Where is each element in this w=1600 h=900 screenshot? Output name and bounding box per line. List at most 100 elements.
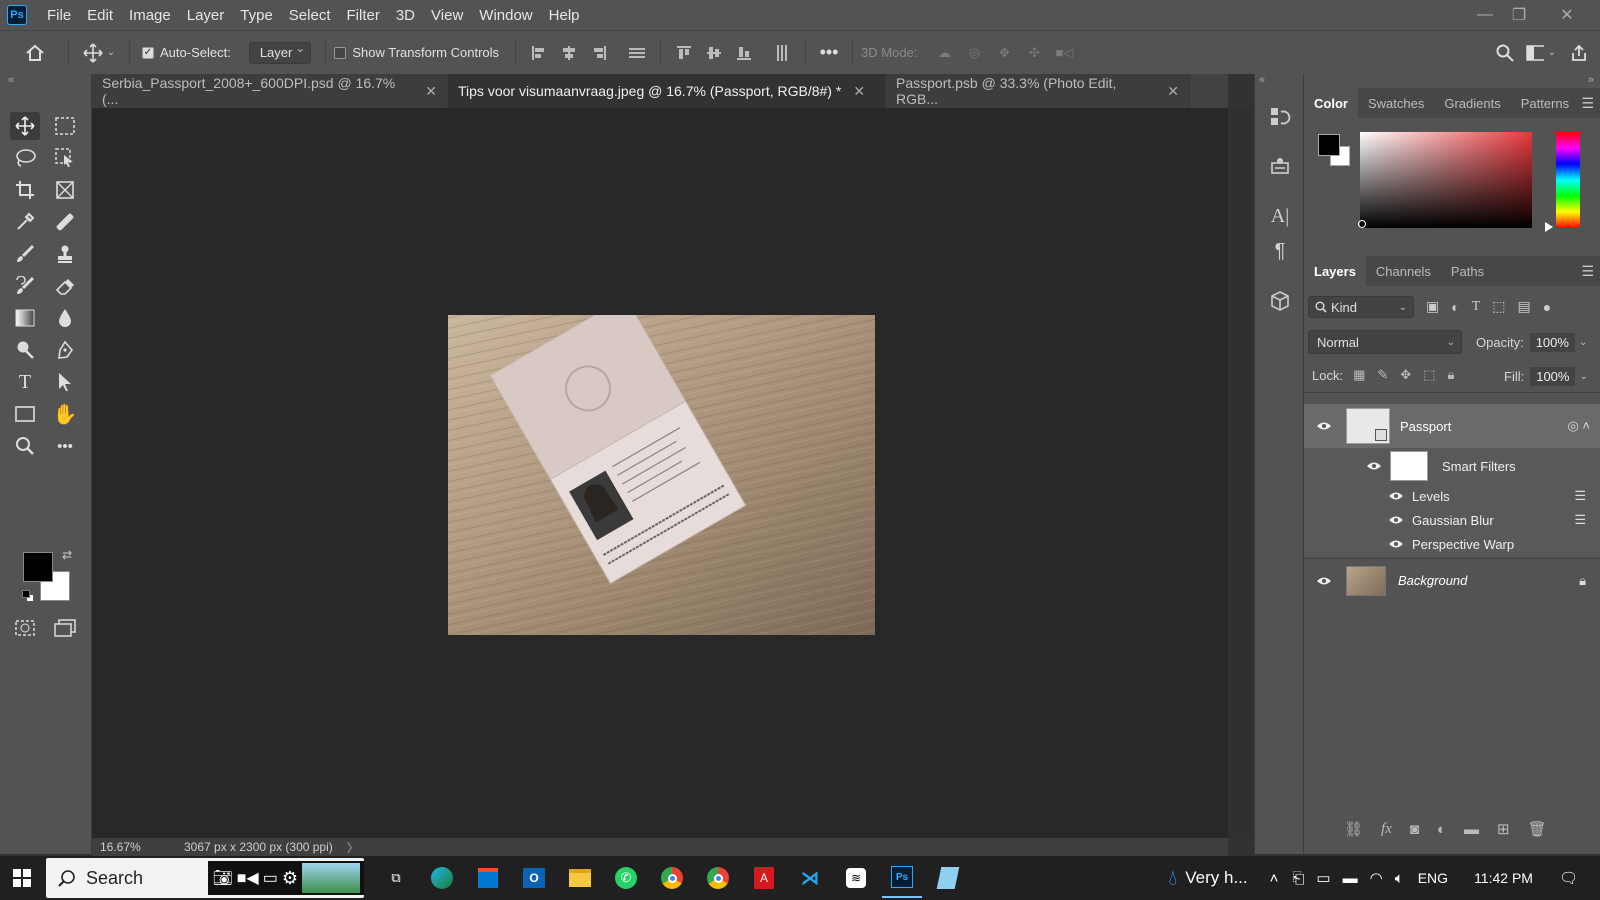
blur-drop-icon[interactable] [50,304,80,332]
document-image[interactable] [448,315,875,635]
chrome-icon[interactable] [652,858,692,898]
canvas-workspace[interactable] [92,108,1228,838]
visibility-eye-icon[interactable] [1388,538,1404,550]
hue-slider[interactable] [1556,132,1580,228]
task-view-icon[interactable]: ⧉ [376,858,416,898]
visibility-eye-icon[interactable] [1316,420,1332,432]
lock-artboard-icon[interactable]: ⬚ [1423,367,1435,383]
vscode-icon[interactable]: ⋊ [790,858,830,898]
menu-3d[interactable]: 3D [388,0,423,30]
tab-layers[interactable]: Layers [1304,256,1366,286]
object-selection-icon[interactable] [50,144,80,172]
tab-gradients[interactable]: Gradients [1434,88,1510,118]
show-hidden-icons-icon[interactable]: ˄ [1270,870,1279,887]
layer-style-icon[interactable]: fx [1381,821,1392,838]
filter-blending-options-icon[interactable]: ☰ [1574,488,1586,504]
tab-paths[interactable]: Paths [1441,256,1494,286]
notepad-icon[interactable] [928,858,968,898]
edit-toolbar-icon[interactable]: ••• [50,432,80,460]
properties-icon[interactable] [1265,152,1295,182]
align-center-icon[interactable] [554,38,584,68]
layer-name[interactable]: Background [1398,573,1467,588]
outlook-icon[interactable]: O [514,858,554,898]
screen-mode-icon[interactable] [50,614,80,642]
close-tab-icon[interactable]: ✕ [425,83,437,100]
menu-view[interactable]: View [423,0,471,30]
tab-color[interactable]: Color [1304,88,1358,118]
3d-pan-icon[interactable]: ✥ [989,38,1019,68]
adjustment-filter-icon[interactable]: ◐ [1451,299,1459,315]
align-top-icon[interactable] [669,38,699,68]
distribute-horizontal-icon[interactable] [622,38,652,68]
align-left-icon[interactable] [524,38,554,68]
dodge-icon[interactable] [10,336,40,364]
weather-drop-icon[interactable]: 💧︎ [1168,865,1177,891]
lock-all-icon[interactable]: 🔒︎ [1447,367,1454,383]
3d-roll-icon[interactable]: ◎ [959,38,989,68]
new-layer-icon[interactable]: ⊞ [1497,820,1510,838]
3d-orbit-icon[interactable]: ☁ [929,38,959,68]
menu-file[interactable]: File [39,0,79,30]
chrome-profile-icon[interactable] [698,858,738,898]
layer-name[interactable]: Passport [1400,419,1451,434]
vertical-scrollbar[interactable] [1229,108,1253,838]
character-icon[interactable]: A| [1265,201,1295,231]
tab-channels[interactable]: Channels [1366,256,1441,286]
opacity-dropdown-icon[interactable]: ⌄ [1579,337,1587,348]
filter-mask-thumbnail[interactable] [1390,451,1428,481]
layer-lock-icon[interactable]: 🔒︎ [1579,573,1586,589]
smart-filter-gaussian-blur[interactable]: Gaussian Blur ☰ [1304,508,1600,532]
add-mask-icon[interactable]: ◙ [1410,821,1419,838]
quick-mask-icon[interactable] [10,614,40,642]
history-icon[interactable] [1265,102,1295,132]
rectangular-marquee-icon[interactable] [50,112,80,140]
lock-position-icon[interactable]: ✥ [1400,367,1411,383]
lock-image-icon[interactable]: ✎ [1377,367,1388,383]
tab-patterns[interactable]: Patterns [1511,88,1579,118]
menu-type[interactable]: Type [232,0,281,30]
distribute-vertical-icon[interactable] [767,38,797,68]
collapse-panels-icon[interactable]: » [1588,74,1594,86]
filter-toggle-icon[interactable]: ● [1543,299,1551,315]
adjustment-layer-icon[interactable]: ◐ [1437,821,1446,838]
3d-camera-icon[interactable]: ■◁ [1049,38,1079,68]
pixel-filter-icon[interactable]: ▣ [1426,298,1439,315]
healing-brush-icon[interactable] [50,208,80,236]
menu-window[interactable]: Window [471,0,540,30]
visibility-eye-icon[interactable] [1388,490,1404,502]
move-tool-preset-icon[interactable]: ⌄ [77,38,121,68]
path-selection-icon[interactable] [50,368,80,396]
clone-stamp-icon[interactable] [50,240,80,268]
smart-filter-link-icon[interactable]: ◎ ˄ [1567,418,1590,434]
auto-select-target-dropdown[interactable]: Layer [248,41,312,64]
link-layers-icon[interactable]: ⛓ [1344,820,1363,838]
status-menu-arrow-icon[interactable]: 〉 [347,839,359,856]
workspace-icon[interactable]: ⌄ [1526,38,1556,68]
close-window-icon[interactable]: ✕ [1550,0,1584,30]
battery-icon[interactable]: ▬ [1343,870,1358,887]
whatsapp-icon[interactable]: ✆ [606,858,646,898]
eraser-icon[interactable] [50,272,80,300]
show-transform-controls-checkbox[interactable]: Show Transform Controls [334,45,499,60]
visibility-eye-icon[interactable] [1388,514,1404,526]
lasso-icon[interactable] [10,144,40,172]
crop-icon[interactable] [10,176,40,204]
rectangle-tool-icon[interactable] [10,400,40,428]
photoshop-logo-icon[interactable]: Ps [7,5,27,25]
new-group-icon[interactable]: ▬ [1464,821,1479,838]
app-icon[interactable]: ≋ [836,858,876,898]
home-icon[interactable] [10,38,60,68]
collapse-strip-icon[interactable]: « [1259,74,1265,86]
frame-icon[interactable] [50,176,80,204]
color-field[interactable] [1360,132,1532,228]
type-filter-icon[interactable]: T [1472,299,1481,315]
fill-input[interactable]: 100% [1530,367,1576,386]
tab-swatches[interactable]: Swatches [1358,88,1434,118]
gradient-icon[interactable] [10,304,40,332]
restore-icon[interactable]: ❐ [1502,0,1536,30]
layer-row-smart-filters[interactable]: Smart Filters [1304,448,1600,484]
share-icon[interactable] [1564,38,1594,68]
smart-filter-levels[interactable]: Levels ☰ [1304,484,1600,508]
3d-icon[interactable] [1265,286,1295,316]
align-bottom-icon[interactable] [729,38,759,68]
